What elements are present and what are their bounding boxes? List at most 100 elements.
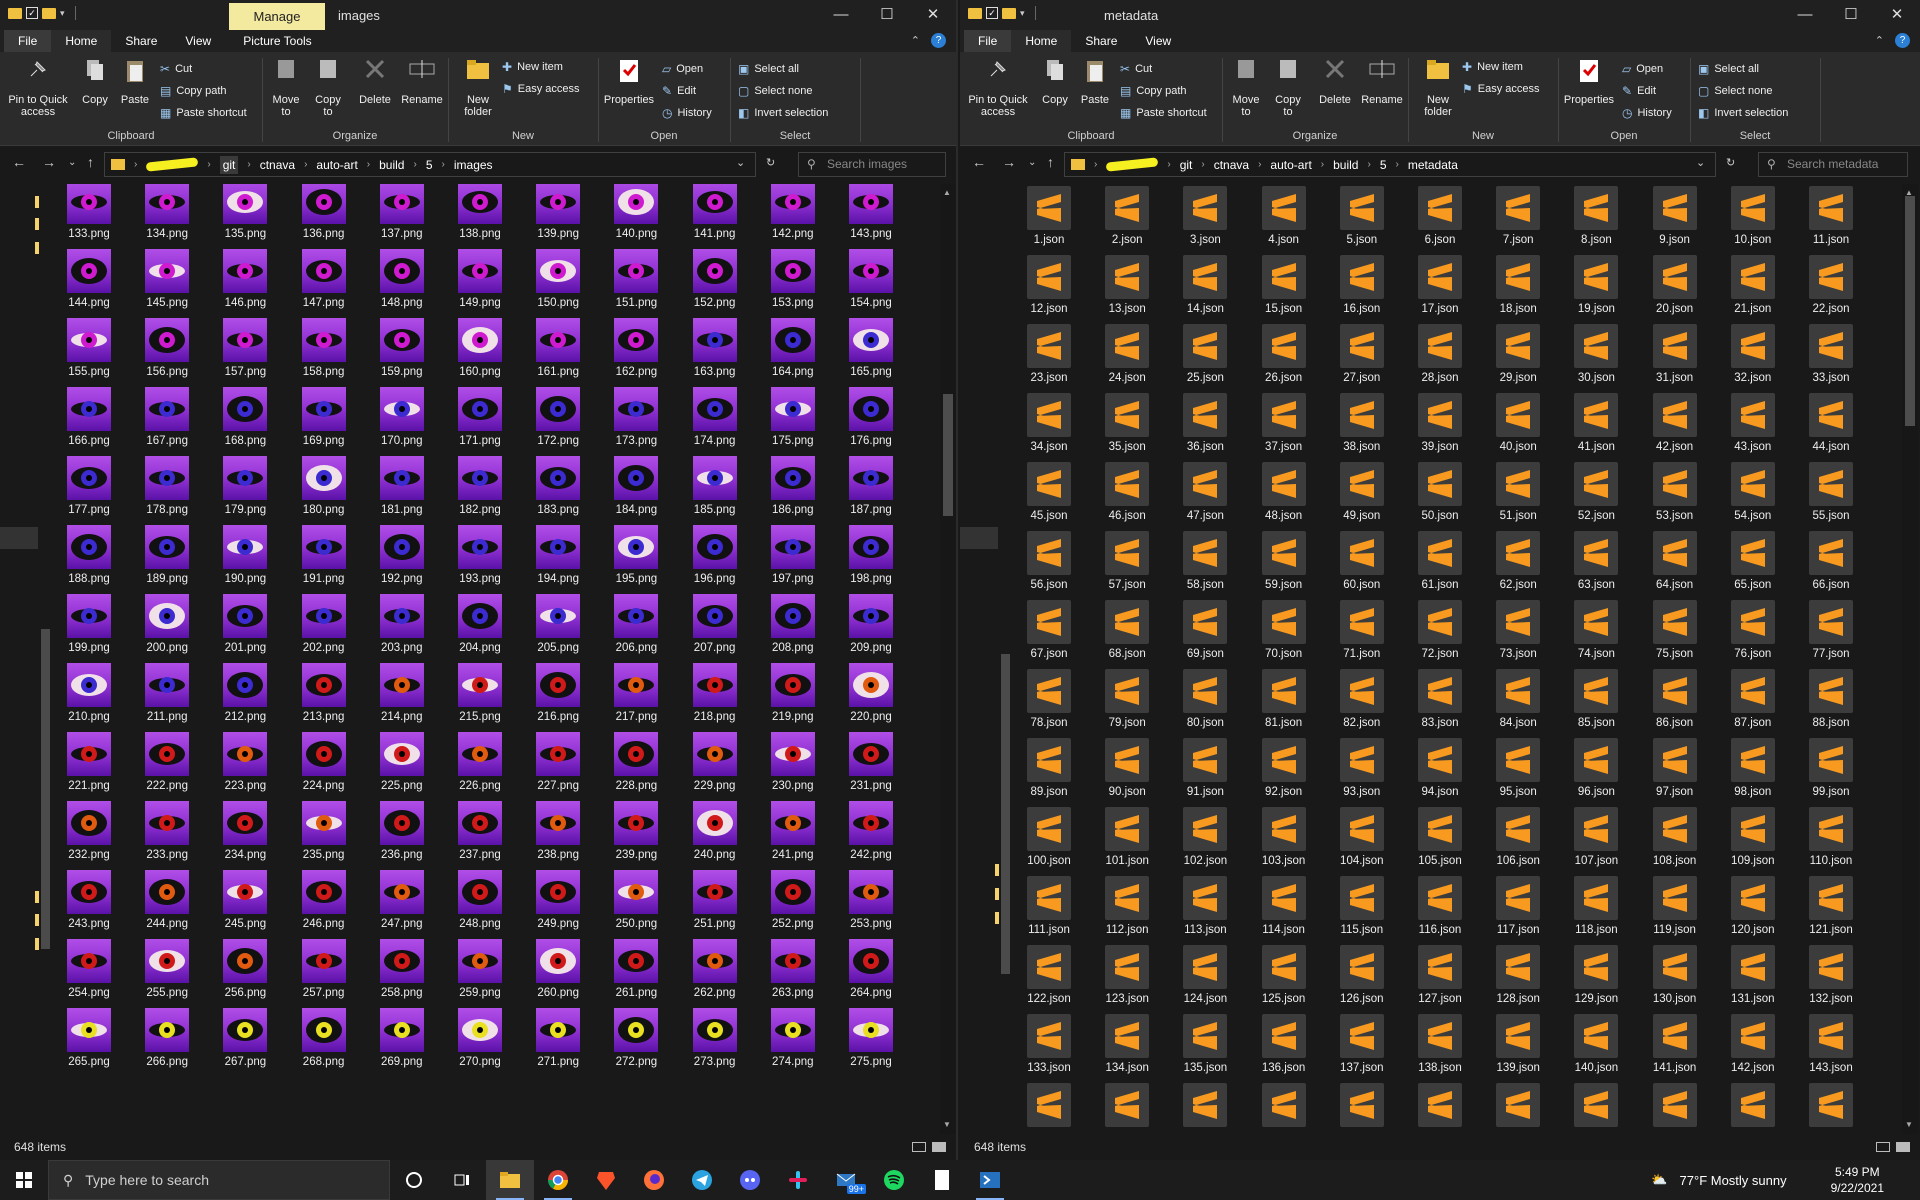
file-item[interactable]: 145.png [134,241,200,309]
file-item[interactable]: 67.json [1016,592,1082,660]
file-item[interactable]: 136.png [291,184,357,240]
file-item[interactable]: 109.json [1720,799,1786,867]
file-item[interactable]: 63.json [1563,523,1629,591]
weather-text[interactable]: 77°F Mostly sunny [1680,1173,1787,1188]
open-button[interactable]: ▱ Open [662,62,703,76]
file-item[interactable]: 104.json [1329,799,1395,867]
file-item[interactable]: 51.json [1485,454,1551,522]
file-item[interactable]: 52.json [1563,454,1629,522]
file-item[interactable]: 261.png [603,931,669,999]
file-item[interactable]: 252.png [760,862,826,930]
file-item[interactable]: 256.png [212,931,278,999]
file-item[interactable]: 134.png [134,184,200,240]
file-item[interactable] [1485,1075,1551,1134]
file-item[interactable]: 268.png [291,1000,357,1068]
file-item[interactable]: 199.png [56,586,122,654]
file-item[interactable]: 31.json [1642,316,1708,384]
file-item[interactable]: 229.png [682,724,748,792]
file-item[interactable]: 53.json [1642,454,1708,522]
file-item[interactable]: 142.png [760,184,826,240]
file-item[interactable]: 103.json [1251,799,1317,867]
file-item[interactable]: 238.png [525,793,591,861]
file-item[interactable]: 170.png [369,379,435,447]
file-item[interactable]: 50.json [1407,454,1473,522]
file-item[interactable]: 260.png [525,931,591,999]
file-item[interactable]: 127.json [1407,937,1473,1005]
file-item[interactable]: 246.png [291,862,357,930]
file-item[interactable]: 159.png [369,310,435,378]
file-item[interactable]: 182.png [447,448,513,516]
file-item[interactable]: 78.json [1016,661,1082,729]
file-item[interactable]: 156.png [134,310,200,378]
file-item[interactable]: 155.png [56,310,122,378]
invert-selection-button[interactable]: ◧ Invert selection [1698,106,1788,120]
clock[interactable]: 5:49 PM 9/22/2021 [1831,1164,1884,1196]
file-item[interactable]: 38.json [1329,385,1395,453]
file-item[interactable]: 138.png [447,184,513,240]
file-item[interactable]: 80.json [1172,661,1238,729]
large-icons-view-icon[interactable] [1896,1142,1910,1152]
file-item[interactable]: 43.json [1720,385,1786,453]
breadcrumb-ctnava[interactable]: ctnava [1214,158,1249,172]
file-item[interactable]: 41.json [1563,385,1629,453]
file-item[interactable]: 36.json [1172,385,1238,453]
file-item[interactable]: 257.png [291,931,357,999]
pin-to-quick-access-button[interactable]: Pin to Quick access [8,58,68,118]
file-item[interactable]: 133.json [1016,1006,1082,1074]
address-dropdown-icon[interactable]: ⌄ [1696,156,1705,169]
file-item[interactable]: 4.json [1251,184,1317,246]
file-item[interactable]: 200.png [134,586,200,654]
copy-path-button[interactable]: ▤ Copy path [160,84,227,98]
file-item[interactable]: 111.json [1016,868,1082,936]
file-item[interactable]: 97.json [1642,730,1708,798]
file-item[interactable]: 120.json [1720,868,1786,936]
help-icon[interactable]: ? [931,33,946,48]
edit-button[interactable]: ✎ Edit [1622,84,1656,98]
tab-share[interactable]: Share [111,30,171,52]
breadcrumb-git[interactable]: git [219,155,239,174]
nav-folder-icon[interactable] [35,218,39,230]
file-item[interactable]: 202.png [291,586,357,654]
file-item[interactable]: 216.png [525,655,591,723]
file-item[interactable]: 207.png [682,586,748,654]
file-item[interactable] [1407,1075,1473,1134]
notepad-icon[interactable] [918,1160,966,1200]
file-item[interactable]: 147.png [291,241,357,309]
file-item[interactable]: 194.png [525,517,591,585]
file-item[interactable]: 158.png [291,310,357,378]
file-item[interactable]: 55.json [1798,454,1864,522]
move-to-button[interactable]: Move to [1228,58,1264,118]
breadcrumb-git[interactable]: git [1180,158,1193,172]
file-item[interactable]: 163.png [682,310,748,378]
file-item[interactable]: 77.json [1798,592,1864,660]
file-item[interactable]: 188.png [56,517,122,585]
file-item[interactable]: 105.json [1407,799,1473,867]
paste-button[interactable]: Paste [120,58,150,106]
file-item[interactable]: 124.json [1172,937,1238,1005]
file-item[interactable] [1329,1075,1395,1134]
file-item[interactable]: 25.json [1172,316,1238,384]
file-item[interactable]: 250.png [603,862,669,930]
copy-path-button[interactable]: ▤ Copy path [1120,84,1187,98]
taskbar-search[interactable]: ⚲ Type here to search [48,1160,390,1200]
file-item[interactable]: 57.json [1094,523,1160,591]
file-item[interactable]: 16.json [1329,247,1395,315]
file-item[interactable]: 139.json [1485,1006,1551,1074]
file-item[interactable]: 241.png [760,793,826,861]
select-none-button[interactable]: ▢ Select none [1698,84,1772,98]
file-item[interactable]: 171.png [447,379,513,447]
file-item[interactable]: 89.json [1016,730,1082,798]
telegram-icon[interactable] [678,1160,726,1200]
easy-access-button[interactable]: ⚑ Easy access [502,82,580,96]
file-item[interactable] [1720,1075,1786,1134]
properties-icon[interactable]: ✓ [26,7,38,19]
file-item[interactable]: 205.png [525,586,591,654]
file-item[interactable]: 72.json [1407,592,1473,660]
file-item[interactable]: 96.json [1563,730,1629,798]
file-item[interactable]: 135.png [212,184,278,240]
file-item[interactable]: 101.json [1094,799,1160,867]
file-item[interactable]: 19.json [1563,247,1629,315]
file-item[interactable]: 234.png [212,793,278,861]
breadcrumb-metadata[interactable]: metadata [1408,158,1458,172]
file-item[interactable]: 26.json [1251,316,1317,384]
